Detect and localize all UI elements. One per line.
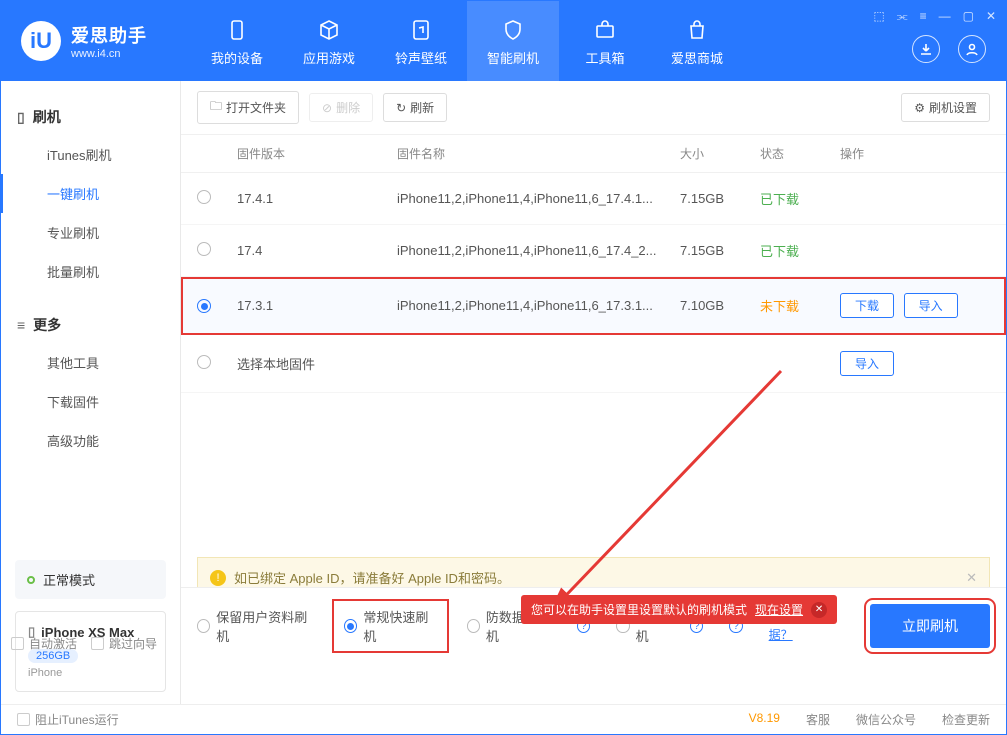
skip-guide-check[interactable]: 跳过向导 [91, 635, 157, 652]
col-version: 固件版本 [237, 145, 397, 162]
firmware-row[interactable]: 17.4 iPhone11,2,iPhone11,4,iPhone11,6_17… [181, 225, 1006, 277]
start-flash-button[interactable]: 立即刷机 [870, 604, 990, 648]
tip-link[interactable]: 现在设置 [755, 601, 803, 618]
window-controls: ⬚ ⫘ ≡ — ▢ ✕ [873, 9, 996, 24]
cube-icon [315, 16, 343, 44]
window-menu-icon[interactable]: ≡ [920, 9, 927, 24]
nav-my-device[interactable]: 我的设备 [191, 1, 283, 81]
import-local-button[interactable]: 导入 [840, 351, 894, 376]
logo-icon: iU [21, 21, 61, 61]
flash-settings-button[interactable]: ⚙刷机设置 [901, 93, 990, 122]
gear-icon: ⚙ [914, 101, 925, 115]
col-name: 固件名称 [397, 145, 680, 162]
mode-indicator[interactable]: 正常模式 [15, 560, 166, 599]
col-size: 大小 [680, 145, 760, 162]
device-icon [223, 16, 251, 44]
radio[interactable] [197, 355, 211, 369]
bag-icon [683, 16, 711, 44]
main-nav: 我的设备 应用游戏 铃声壁纸 智能刷机 工具箱 爱思商城 [191, 1, 743, 81]
logo: iU 爱思助手 www.i4.cn [1, 21, 191, 61]
radio[interactable] [197, 242, 211, 256]
delete-button: ⊘删除 [309, 93, 373, 122]
open-folder-button[interactable]: 🗀打开文件夹 [197, 91, 299, 124]
window-pin-icon[interactable]: ⬚ [873, 9, 884, 24]
user-button[interactable] [958, 35, 986, 63]
toolbox-icon [591, 16, 619, 44]
sidebar-item-othertools[interactable]: 其他工具 [1, 343, 180, 382]
nav-flash[interactable]: 智能刷机 [467, 1, 559, 81]
wechat-link[interactable]: 微信公众号 [856, 711, 916, 728]
sidebar-item-pro[interactable]: 专业刷机 [1, 213, 180, 252]
mode-keep-data[interactable]: 保留用户资料刷机 [197, 607, 314, 645]
download-firmware-button[interactable]: 下载 [840, 293, 894, 318]
window-minimize-icon[interactable]: — [939, 9, 951, 24]
sidebar-item-oneclick[interactable]: 一键刷机 [1, 174, 180, 213]
nav-store[interactable]: 爱思商城 [651, 1, 743, 81]
sidebar-group-more: ≡ 更多 [1, 307, 180, 343]
nav-ringtones[interactable]: 铃声壁纸 [375, 1, 467, 81]
forbid-icon: ⊘ [322, 101, 332, 115]
folder-icon: 🗀 [210, 97, 222, 118]
sidebar-item-itunes[interactable]: iTunes刷机 [1, 135, 180, 174]
warning-icon: ! [210, 570, 226, 586]
sidebar-item-advanced[interactable]: 高级功能 [1, 421, 180, 460]
refresh-button[interactable]: ↻刷新 [383, 93, 447, 122]
window-maximize-icon[interactable]: ▢ [963, 9, 974, 24]
app-header: iU 爱思助手 www.i4.cn 我的设备 应用游戏 铃声壁纸 智能刷机 工具… [1, 1, 1006, 81]
status-bar: 阻止iTunes运行 V8.19 客服 微信公众号 检查更新 [1, 704, 1006, 734]
block-itunes-check[interactable]: 阻止iTunes运行 [17, 711, 119, 728]
sidebar-item-batch[interactable]: 批量刷机 [1, 252, 180, 291]
firmware-row-selected[interactable]: 17.3.1 iPhone11,2,iPhone11,4,iPhone11,6_… [181, 277, 1006, 335]
support-link[interactable]: 客服 [806, 711, 830, 728]
radio[interactable] [197, 190, 211, 204]
col-action: 操作 [840, 145, 990, 162]
close-icon[interactable]: ✕ [811, 602, 827, 618]
firmware-row-local[interactable]: 选择本地固件 导入 [181, 335, 1006, 393]
col-status: 状态 [760, 145, 840, 162]
shield-icon [499, 16, 527, 44]
app-title: 爱思助手 [71, 22, 147, 48]
close-icon[interactable]: ✕ [966, 570, 977, 586]
table-header: 固件版本 固件名称 大小 状态 操作 [181, 135, 1006, 173]
phone-icon: ▯ [17, 109, 25, 126]
version-label: V8.19 [749, 711, 780, 728]
refresh-icon: ↻ [396, 101, 406, 115]
content-area: 🗀打开文件夹 ⊘删除 ↻刷新 ⚙刷机设置 固件版本 固件名称 大小 状态 操作 … [181, 81, 1006, 704]
nav-apps[interactable]: 应用游戏 [283, 1, 375, 81]
download-button[interactable] [912, 35, 940, 63]
app-url: www.i4.cn [71, 48, 147, 60]
sidebar-group-flash: ▯ 刷机 [1, 99, 180, 135]
mode-fast-flash[interactable]: 常规快速刷机 [340, 607, 441, 645]
import-firmware-button[interactable]: 导入 [904, 293, 958, 318]
sidebar: ▯ 刷机 iTunes刷机 一键刷机 专业刷机 批量刷机 ≡ 更多 其他工具 下… [1, 81, 181, 704]
nav-tools[interactable]: 工具箱 [559, 1, 651, 81]
toolbar: 🗀打开文件夹 ⊘删除 ↻刷新 ⚙刷机设置 [181, 81, 1006, 135]
firmware-row[interactable]: 17.4.1 iPhone11,2,iPhone11,4,iPhone11,6_… [181, 173, 1006, 225]
tip-popup: 您可以在助手设置里设置默认的刷机模式 现在设置 ✕ [521, 595, 837, 624]
window-attach-icon[interactable]: ⫘ [897, 9, 908, 24]
music-icon [407, 16, 435, 44]
window-close-icon[interactable]: ✕ [986, 9, 996, 24]
radio[interactable] [197, 299, 211, 313]
status-dot-icon [27, 576, 35, 584]
check-update-link[interactable]: 检查更新 [942, 711, 990, 728]
sidebar-item-download[interactable]: 下载固件 [1, 382, 180, 421]
auto-activate-check[interactable]: 自动激活 [11, 635, 77, 652]
menu-icon: ≡ [17, 317, 25, 333]
